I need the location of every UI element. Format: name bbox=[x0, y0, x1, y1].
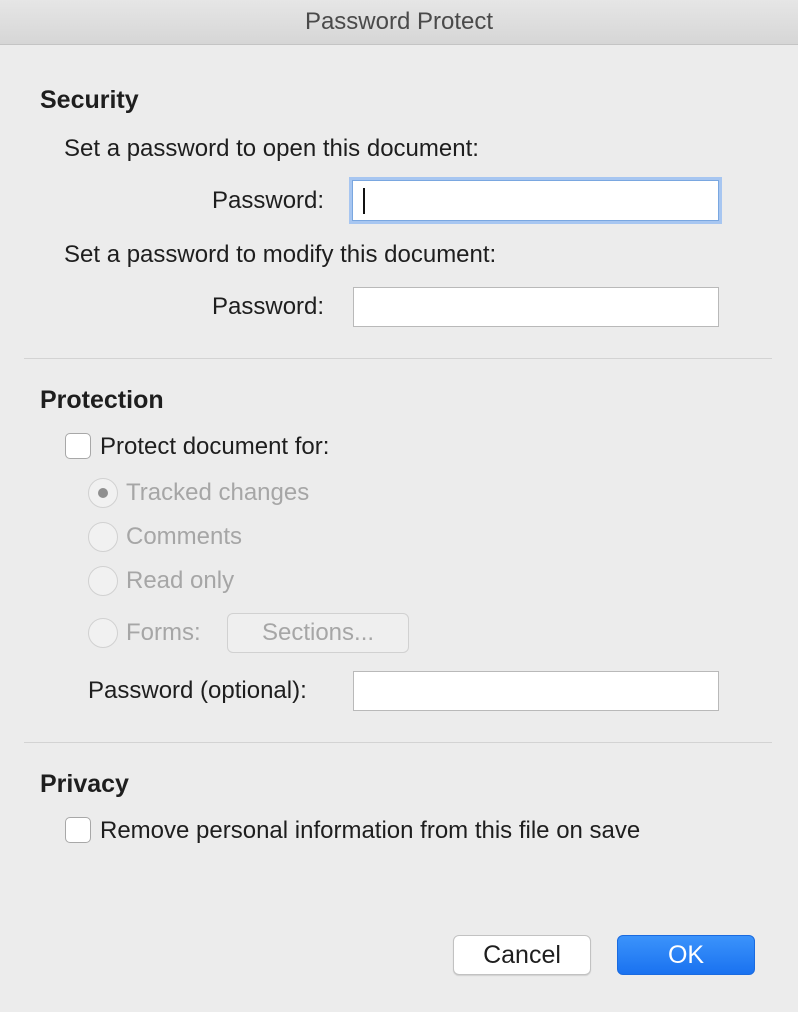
comments-label: Comments bbox=[126, 523, 243, 550]
modify-password-input[interactable] bbox=[354, 288, 718, 326]
radio-selected-dot bbox=[98, 488, 108, 498]
open-password-input[interactable] bbox=[353, 181, 718, 220]
section-divider bbox=[24, 358, 772, 359]
optional-password-label: Password (optional): bbox=[88, 677, 307, 704]
cancel-button[interactable]: Cancel bbox=[453, 935, 591, 975]
remove-personal-info-checkbox[interactable] bbox=[65, 817, 91, 843]
radio-tracked-changes[interactable] bbox=[88, 478, 118, 508]
open-password-label: Password: bbox=[212, 187, 325, 214]
modify-password-label: Password: bbox=[212, 293, 325, 320]
tracked-changes-label: Tracked changes bbox=[126, 479, 310, 506]
radio-read-only[interactable] bbox=[88, 566, 118, 596]
modify-password-field[interactable] bbox=[353, 287, 719, 327]
window-title: Password Protect bbox=[0, 0, 798, 45]
open-password-prompt: Set a password to open this document: bbox=[64, 135, 479, 162]
radio-comments[interactable] bbox=[88, 522, 118, 552]
privacy-heading: Privacy bbox=[40, 770, 129, 798]
forms-label: Forms: bbox=[126, 619, 201, 646]
section-divider bbox=[24, 742, 772, 743]
optional-password-input[interactable] bbox=[354, 672, 718, 710]
protect-document-checkbox[interactable] bbox=[65, 433, 91, 459]
remove-personal-info-label: Remove personal information from this fi… bbox=[100, 817, 641, 844]
sections-button[interactable]: Sections... bbox=[227, 613, 409, 653]
radio-forms[interactable] bbox=[88, 618, 118, 648]
protect-document-label: Protect document for: bbox=[100, 433, 330, 460]
optional-password-field[interactable] bbox=[353, 671, 719, 711]
read-only-label: Read only bbox=[126, 567, 235, 594]
text-caret bbox=[363, 188, 365, 214]
ok-button[interactable]: OK bbox=[617, 935, 755, 975]
security-heading: Security bbox=[40, 86, 139, 114]
modify-password-prompt: Set a password to modify this document: bbox=[64, 241, 497, 268]
open-password-field[interactable] bbox=[352, 180, 719, 221]
protection-heading: Protection bbox=[40, 386, 164, 414]
